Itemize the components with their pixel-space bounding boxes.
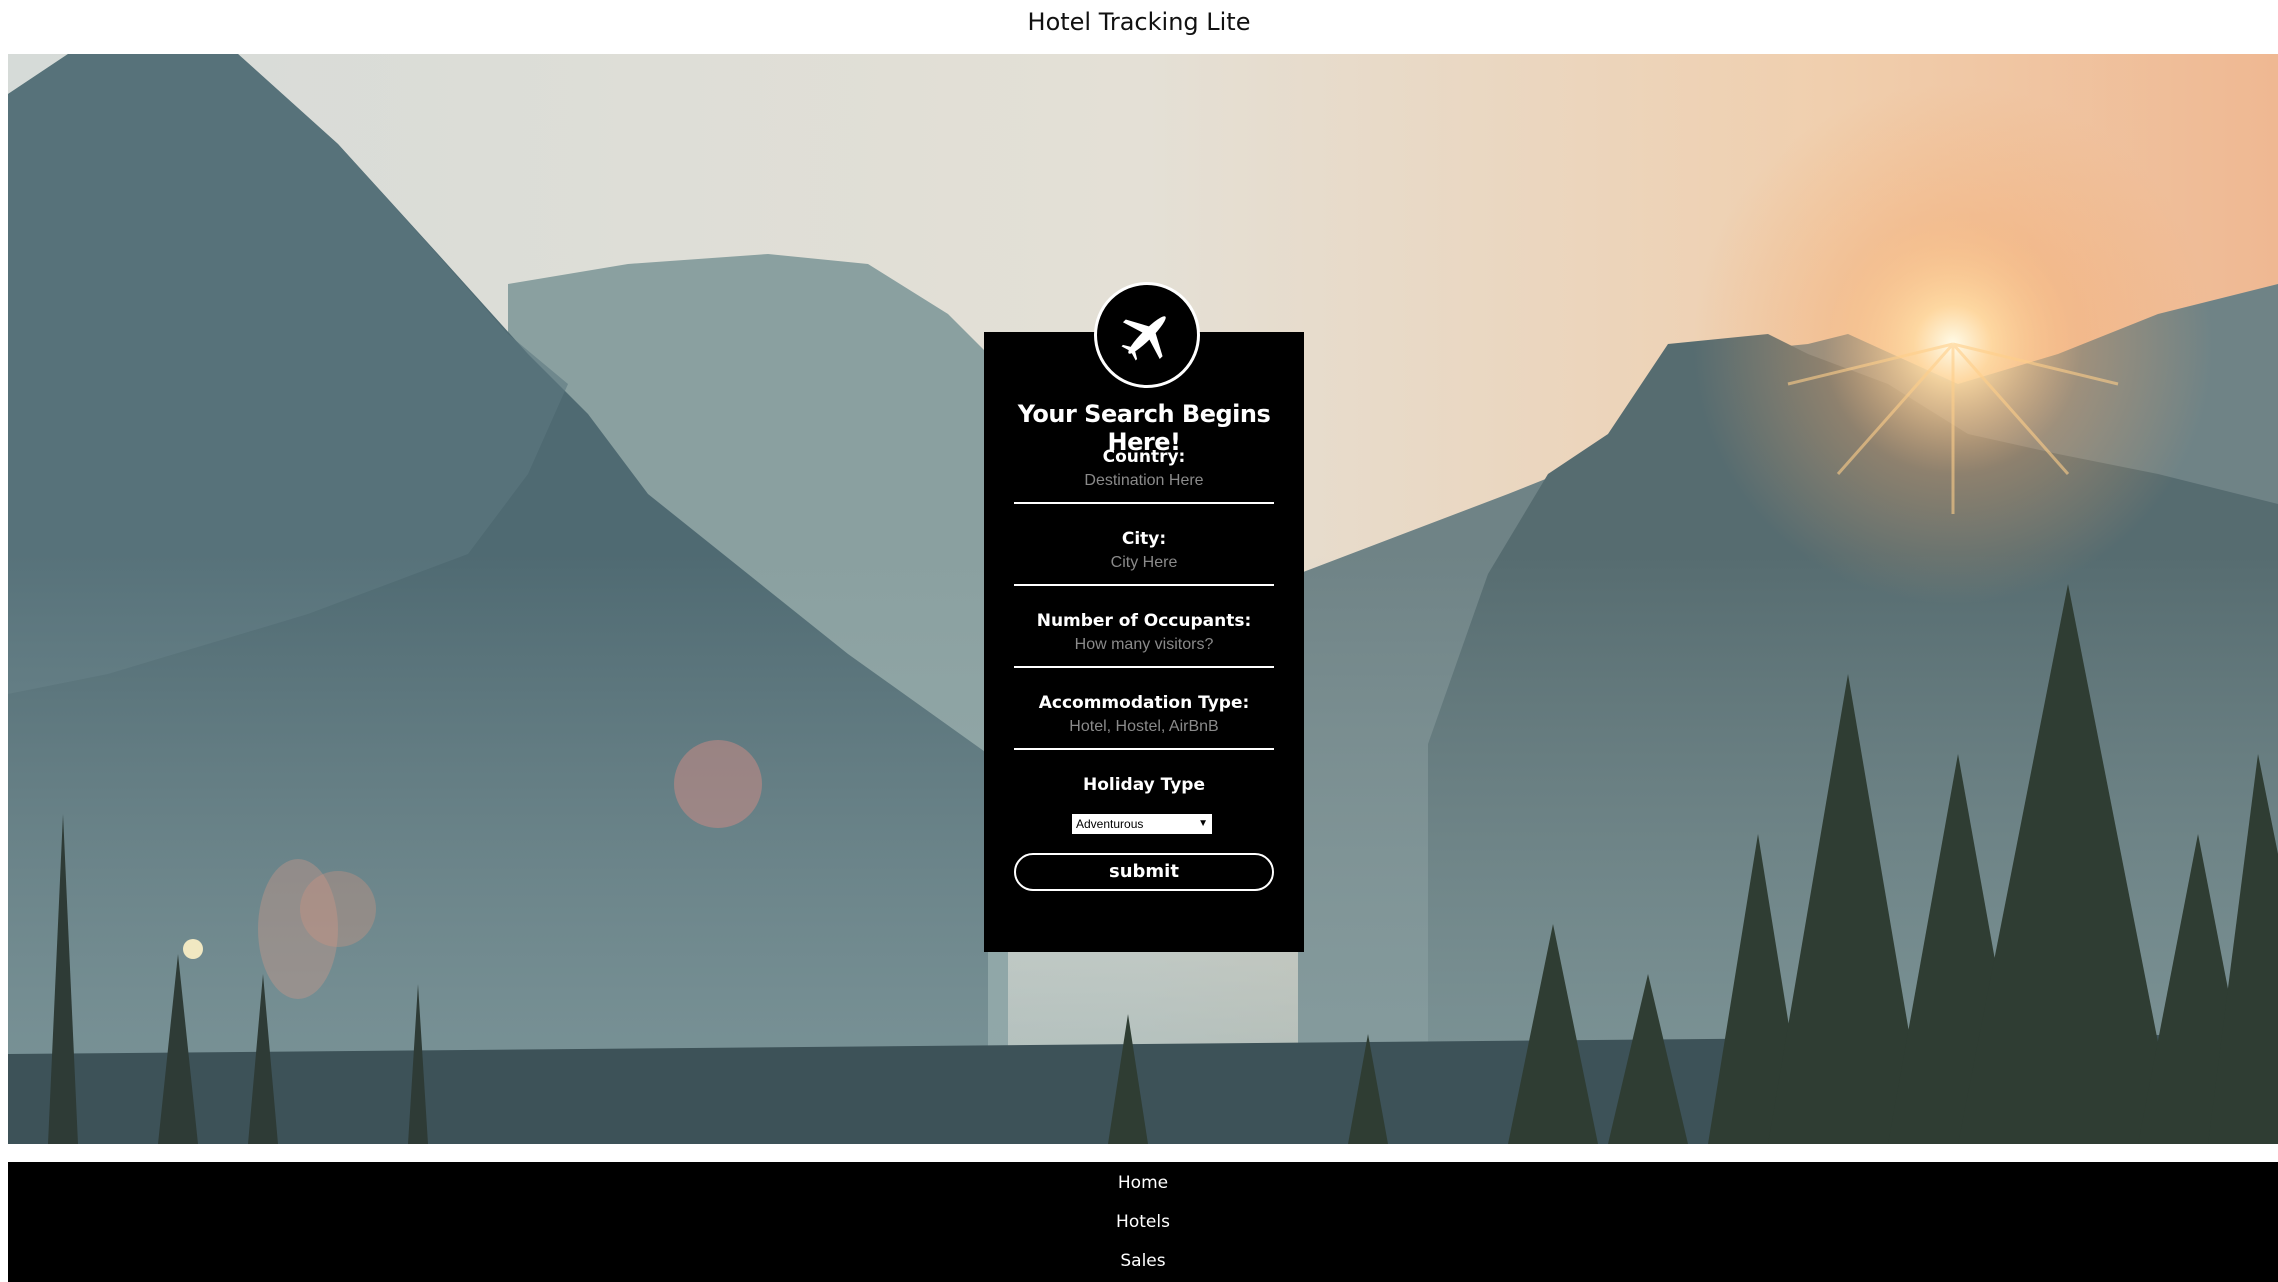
country-input[interactable] — [1014, 470, 1274, 504]
airplane-icon-badge — [1094, 282, 1200, 388]
airplane-icon — [1121, 316, 1166, 361]
city-input[interactable] — [1014, 552, 1274, 586]
country-field: Country: — [1014, 444, 1274, 526]
city-field: City: — [1014, 526, 1274, 608]
holiday-type-select[interactable]: Adventurous ▼ — [1072, 814, 1212, 834]
country-label: Country: — [1102, 447, 1186, 467]
nav-item-home[interactable]: Home — [8, 1164, 2278, 1203]
holiday-type-label: Holiday Type — [1082, 775, 1206, 795]
nav-item-hotels[interactable]: Hotels — [8, 1203, 2278, 1242]
city-label: City: — [1121, 529, 1167, 549]
accommodation-type-label: Accommodation Type: — [1038, 693, 1250, 713]
site-title: Hotel Tracking Lite — [1027, 8, 1251, 36]
search-card: Your Search Begins Here! Country: City: … — [984, 332, 1304, 952]
occupants-field: Number of Occupants: — [1014, 608, 1274, 690]
holiday-type-field: Holiday Type — [1014, 772, 1274, 854]
occupants-label: Number of Occupants: — [1036, 611, 1252, 631]
accommodation-type-field: Accommodation Type: — [1014, 690, 1274, 772]
accommodation-type-input[interactable] — [1014, 716, 1274, 750]
chevron-down-icon: ▼ — [1198, 818, 1208, 829]
nav-item-sales[interactable]: Sales — [8, 1242, 2278, 1281]
submit-button[interactable]: submit — [1014, 853, 1274, 891]
holiday-type-selected-value: Adventurous — [1076, 817, 1144, 831]
footer-nav: Home Hotels Sales — [8, 1162, 2278, 1282]
occupants-input[interactable] — [1014, 634, 1274, 668]
